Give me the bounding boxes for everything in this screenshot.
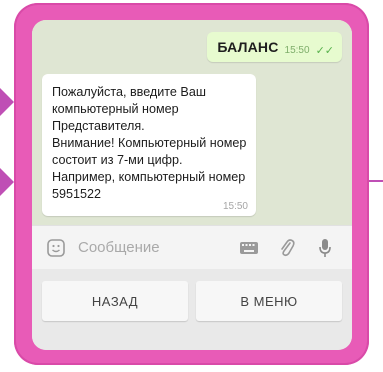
outgoing-message[interactable]: БАЛАНС 15:50 ✓✓ [207, 32, 342, 62]
microphone-icon[interactable] [314, 237, 336, 259]
left-arrow-bottom [0, 168, 14, 196]
phone-screen: БАЛАНС 15:50 ✓✓ Пожалуйста, введите Ваш … [32, 20, 352, 350]
bot-keyboard: НАЗАД В МЕНЮ [32, 269, 352, 350]
smile-icon[interactable] [46, 238, 66, 258]
message-input-bar: Сообщение [32, 225, 352, 269]
incoming-message-time: 15:50 [222, 201, 248, 212]
back-button[interactable]: НАЗАД [42, 281, 188, 321]
paperclip-icon[interactable] [276, 237, 298, 259]
message-input[interactable]: Сообщение [78, 239, 238, 256]
left-arrow-top [0, 88, 14, 116]
chat-area: БАЛАНС 15:50 ✓✓ Пожалуйста, введите Ваш … [32, 20, 352, 225]
outgoing-message-text: БАЛАНС [217, 39, 279, 55]
menu-button[interactable]: В МЕНЮ [196, 281, 342, 321]
incoming-message-text: Пожалуйста, введите Ваш компьютерный ном… [52, 85, 247, 201]
keyboard-icon[interactable] [238, 237, 260, 259]
outgoing-message-time: 15:50 [284, 44, 310, 56]
double-check-icon: ✓✓ [315, 44, 334, 57]
incoming-message[interactable]: Пожалуйста, введите Ваш компьютерный ном… [42, 74, 256, 216]
